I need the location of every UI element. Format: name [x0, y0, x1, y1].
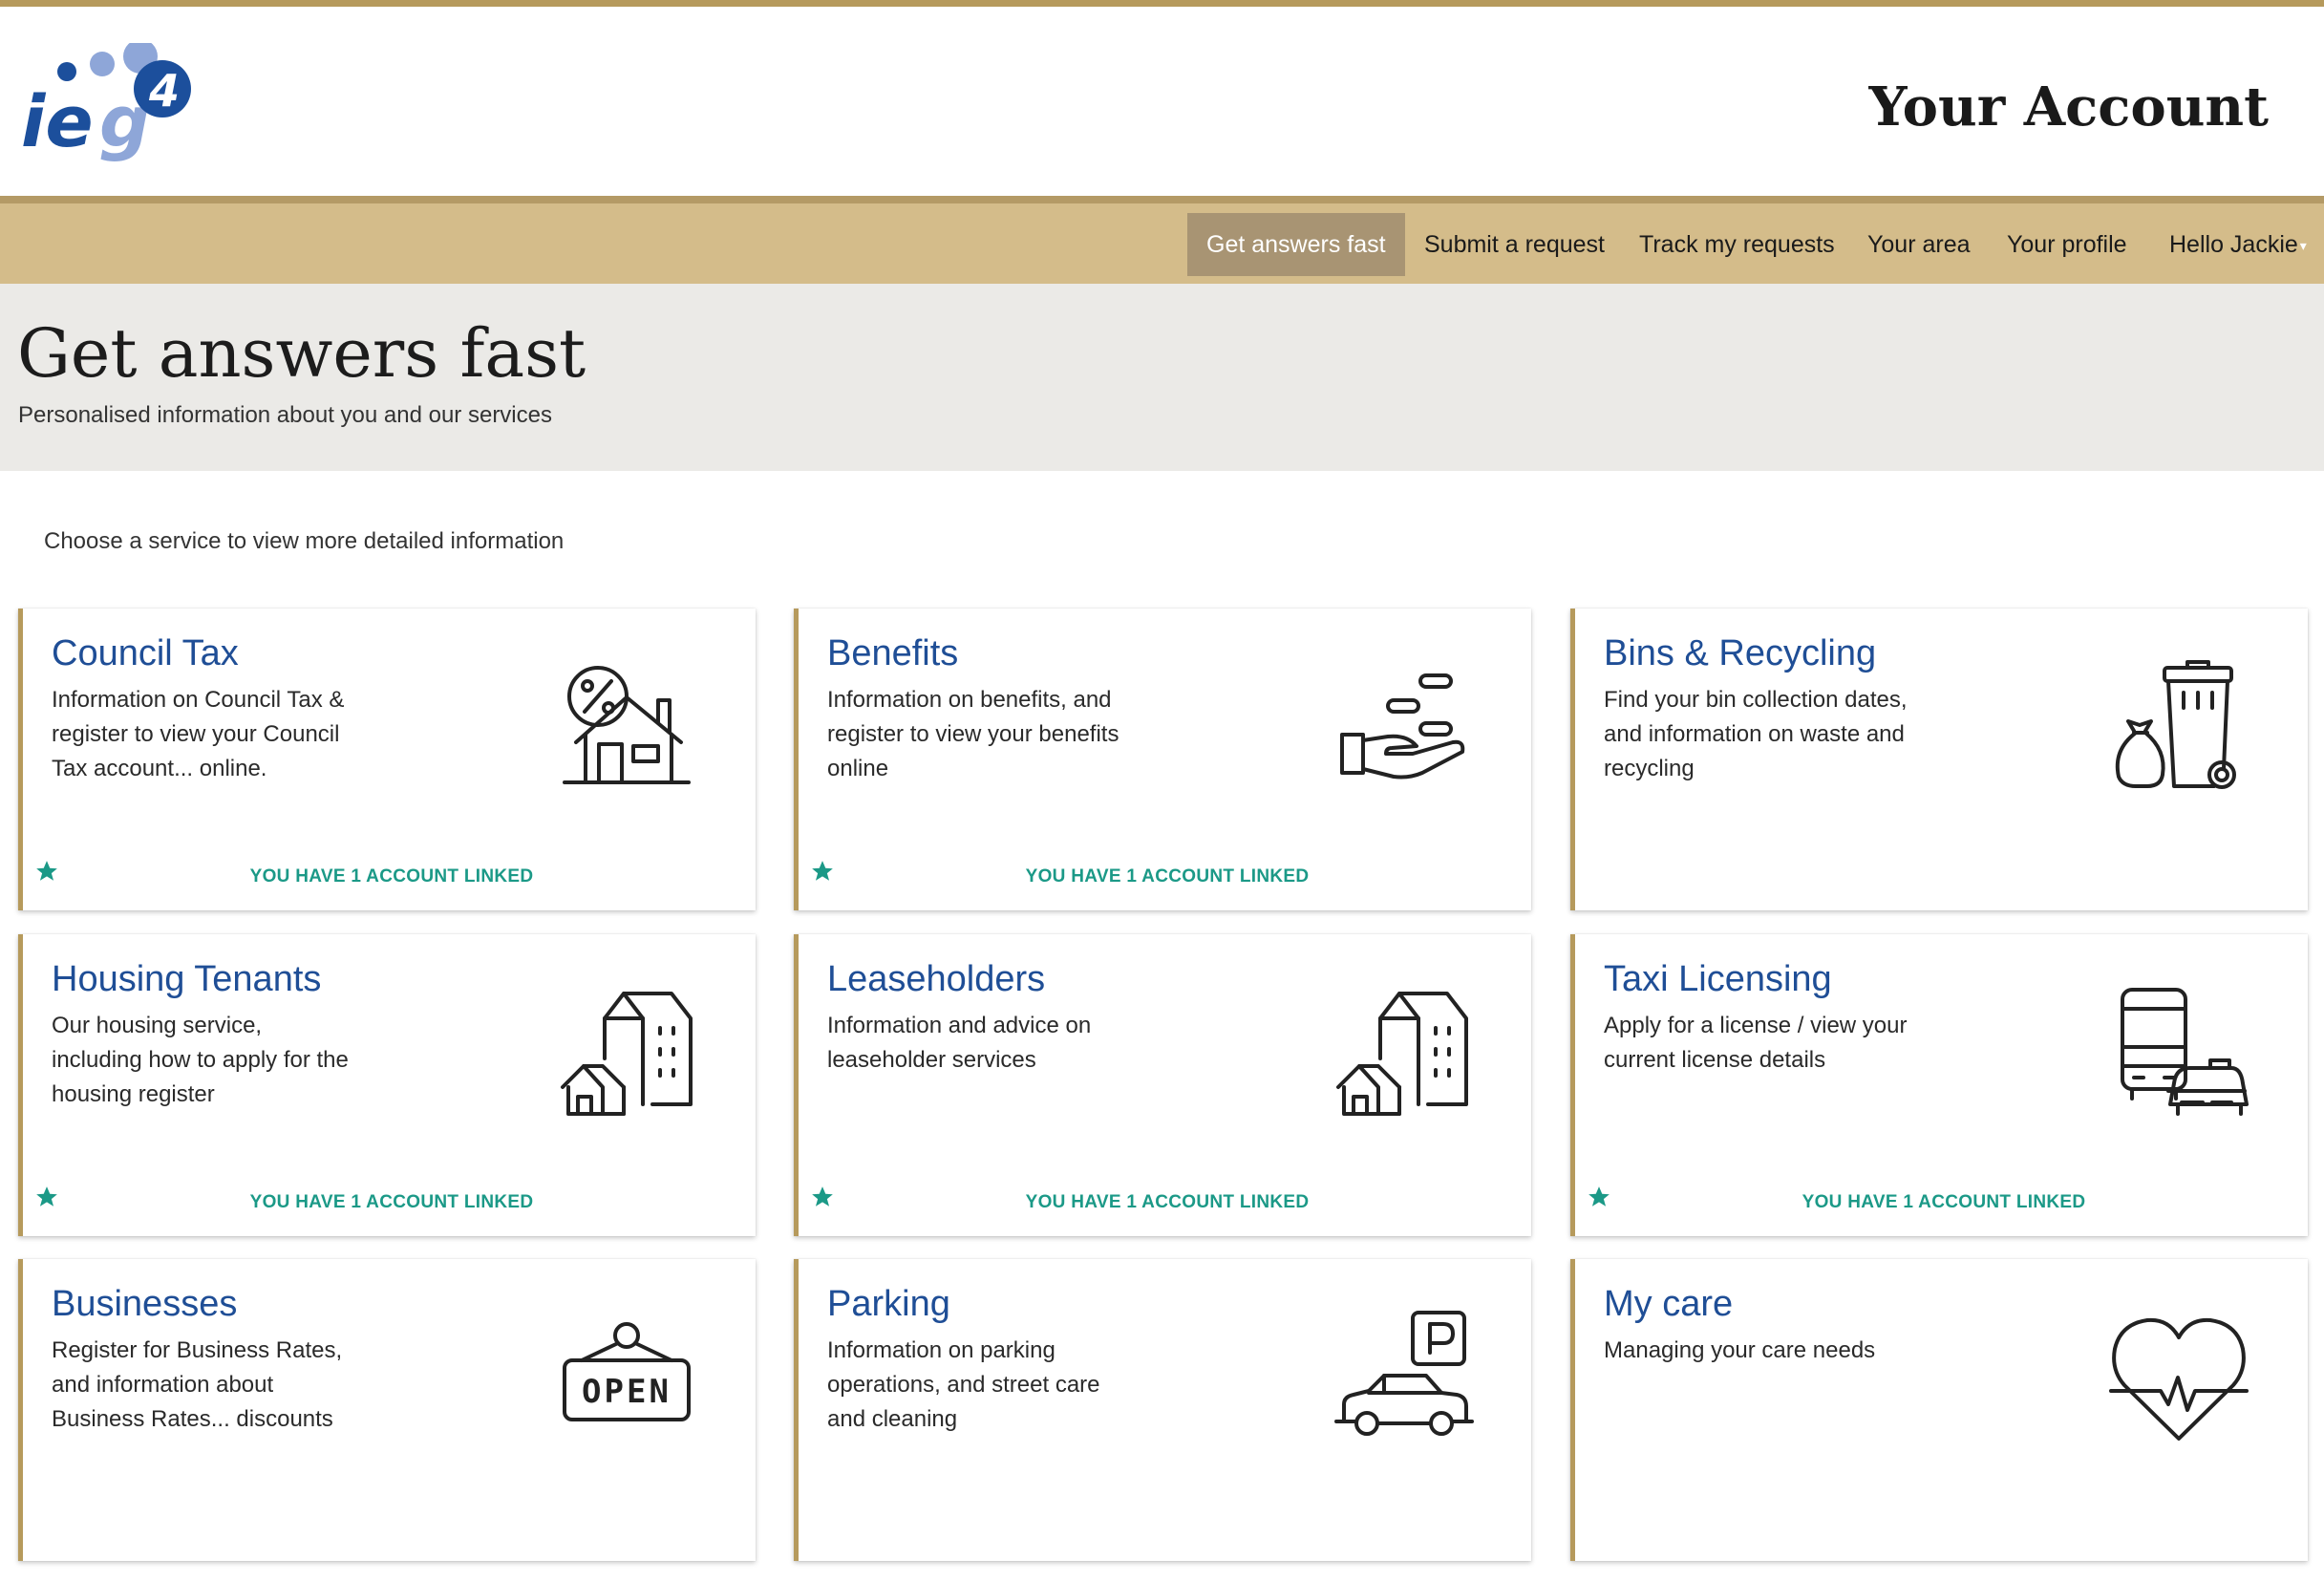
- linked-accounts-label: YOU HAVE 1 ACCOUNT LINKED: [1025, 1192, 1310, 1212]
- service-card-benefits[interactable]: Benefits Information on benefits, and re…: [794, 609, 1531, 910]
- svg-text:OPEN: OPEN: [582, 1373, 672, 1411]
- nav-submit-request[interactable]: Submit a request: [1405, 213, 1624, 276]
- card-description: Information on Council Tax & register to…: [52, 687, 345, 781]
- nav-track-requests[interactable]: Track my requests: [1620, 213, 1854, 276]
- card-title[interactable]: Bins & Recycling: [1604, 633, 1876, 674]
- card-description: Information on parking operations, and s…: [827, 1337, 1100, 1432]
- svg-text:ie: ie: [21, 81, 94, 163]
- chevron-down-icon: ▾: [2299, 238, 2307, 254]
- service-card-council-tax[interactable]: Council Tax Information on Council Tax &…: [18, 609, 756, 910]
- card-title[interactable]: Businesses: [52, 1284, 237, 1325]
- card-title[interactable]: Housing Tenants: [52, 959, 321, 1000]
- card-title[interactable]: Leaseholders: [827, 959, 1045, 1000]
- card-title[interactable]: Benefits: [827, 633, 958, 674]
- main-nav: Get answers fast Submit a request Track …: [0, 203, 2324, 284]
- buildings-icon: [555, 980, 698, 1123]
- parking-car-icon: [1331, 1305, 1474, 1448]
- nav-top-rule: [0, 196, 2324, 203]
- buildings-icon: [1331, 980, 1474, 1123]
- service-card-leaseholders[interactable]: Leaseholders Information and advice on l…: [794, 934, 1531, 1236]
- page-title: Get answers fast: [17, 314, 586, 393]
- site-header: ie g 4 Your Account: [0, 7, 2324, 196]
- svg-text:4: 4: [148, 65, 180, 117]
- open-sign-icon: OPEN: [555, 1305, 698, 1448]
- card-description: Apply for a license / view your current …: [1604, 1013, 1908, 1073]
- wheelie-bin-icon: [2107, 654, 2250, 798]
- linked-accounts-label: YOU HAVE 1 ACCOUNT LINKED: [1802, 1192, 2086, 1212]
- nav-user-menu[interactable]: Hello Jackie ▾: [2150, 213, 2324, 276]
- card-description: Information on benefits, and register to…: [827, 687, 1119, 781]
- site-title: Your Account: [1868, 75, 2269, 139]
- page-hero: Get answers fast Personalised informatio…: [0, 284, 2324, 471]
- service-card-taxi-licensing[interactable]: Taxi Licensing Apply for a license / vie…: [1570, 934, 2308, 1236]
- card-title[interactable]: My care: [1604, 1284, 1733, 1325]
- bus-taxi-icon: [2107, 980, 2250, 1123]
- linked-accounts-label: YOU HAVE 1 ACCOUNT LINKED: [249, 1192, 534, 1212]
- hand-coins-icon: [1331, 654, 1474, 798]
- house-percent-icon: [555, 654, 698, 798]
- nav-your-area[interactable]: Your area: [1848, 213, 1990, 276]
- card-title[interactable]: Taxi Licensing: [1604, 959, 1832, 1000]
- nav-get-answers-fast[interactable]: Get answers fast: [1187, 213, 1405, 276]
- service-card-businesses[interactable]: Businesses Register for Business Rates, …: [18, 1259, 756, 1561]
- card-description: Information and advice on leaseholder se…: [827, 1013, 1092, 1073]
- card-title[interactable]: Parking: [827, 1284, 950, 1325]
- ieg4-logo[interactable]: ie g 4: [21, 39, 203, 172]
- intro-text: Choose a service to view more detailed i…: [44, 528, 565, 554]
- service-card-housing-tenants[interactable]: Housing Tenants Our housing service, inc…: [18, 934, 756, 1236]
- service-card-my-care[interactable]: My care Managing your care needs: [1570, 1259, 2308, 1561]
- card-description: Find your bin collection dates, and info…: [1604, 687, 1908, 781]
- nav-your-profile[interactable]: Your profile: [1988, 213, 2146, 276]
- card-title[interactable]: Council Tax: [52, 633, 239, 674]
- page-subtitle: Personalised information about you and o…: [18, 402, 552, 428]
- heart-pulse-icon: [2107, 1305, 2250, 1448]
- card-description: Register for Business Rates, and informa…: [52, 1337, 343, 1432]
- user-greeting: Hello Jackie: [2169, 231, 2298, 258]
- linked-accounts-label: YOU HAVE 1 ACCOUNT LINKED: [1025, 866, 1310, 887]
- service-card-bins-recycling[interactable]: Bins & Recycling Find your bin collectio…: [1570, 609, 2308, 910]
- linked-accounts-label: YOU HAVE 1 ACCOUNT LINKED: [249, 866, 534, 887]
- service-card-parking[interactable]: Parking Information on parking operation…: [794, 1259, 1531, 1561]
- card-description: Managing your care needs: [1604, 1337, 1876, 1363]
- card-description: Our housing service, including how to ap…: [52, 1013, 349, 1107]
- top-accent-rule: [0, 0, 2324, 7]
